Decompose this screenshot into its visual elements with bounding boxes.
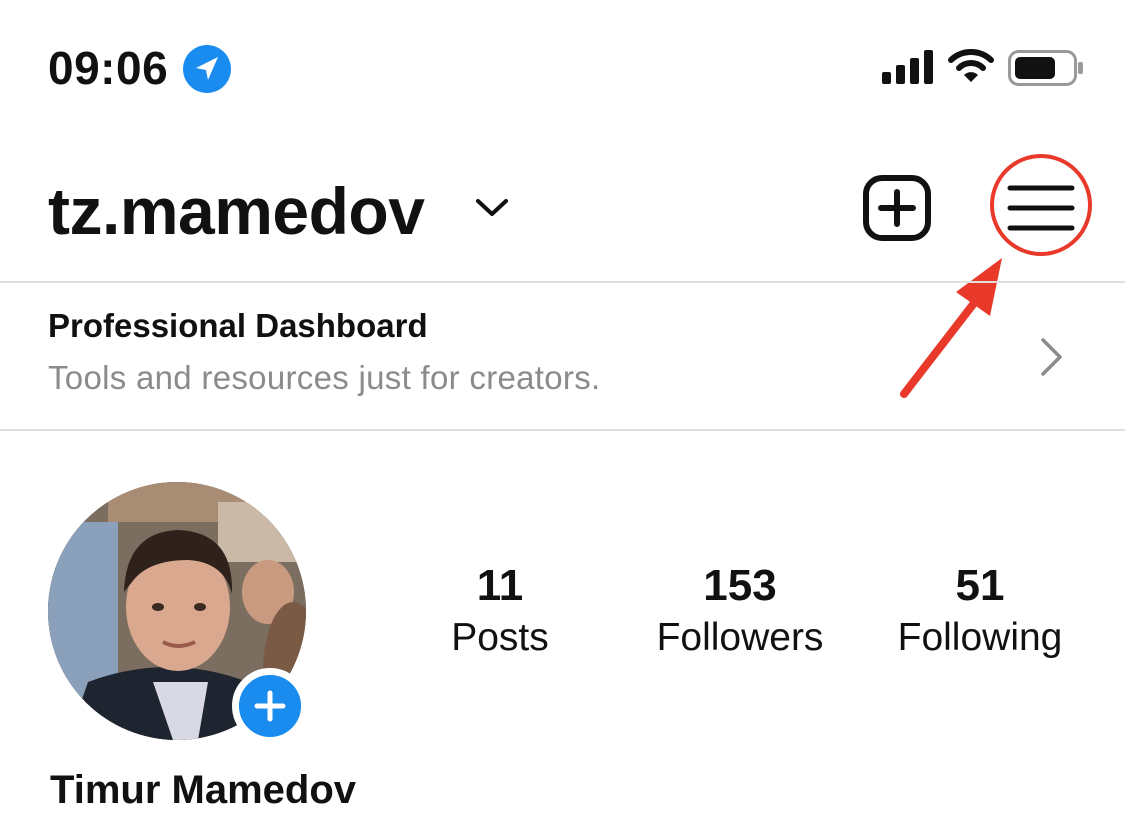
following-count: 51 xyxy=(955,561,1005,610)
location-arrow-icon xyxy=(183,45,231,93)
wifi-icon xyxy=(948,49,994,82)
followers-label: Followers xyxy=(656,616,824,659)
professional-dashboard-row[interactable]: Professional Dashboard Tools and resourc… xyxy=(0,283,1125,429)
add-story-button[interactable] xyxy=(232,668,308,744)
posts-label: Posts xyxy=(451,616,549,659)
username-switcher[interactable]: tz.mamedov xyxy=(48,172,425,250)
hamburger-menu-icon[interactable] xyxy=(1002,178,1080,238)
chevron-right-icon xyxy=(1041,338,1062,376)
followers-count: 153 xyxy=(703,561,777,610)
add-post-icon[interactable] xyxy=(862,174,932,242)
following-stat[interactable]: 51 Following xyxy=(880,560,1080,664)
instagram-profile-screen: 09:06 tz.mamedov Professional Dashboard … xyxy=(0,0,1125,822)
posts-count: 11 xyxy=(476,561,524,610)
cellular-signal-icon xyxy=(882,50,933,84)
battery-icon xyxy=(1008,50,1083,86)
chevron-down-icon[interactable] xyxy=(474,193,510,221)
following-label: Following xyxy=(897,616,1063,659)
status-time: 09:06 xyxy=(48,42,169,94)
dashboard-subtitle: Tools and resources just for creators. xyxy=(48,359,601,396)
dashboard-divider xyxy=(0,429,1125,431)
posts-stat[interactable]: 11 Posts xyxy=(400,560,600,664)
dashboard-title: Professional Dashboard xyxy=(48,307,428,344)
followers-stat[interactable]: 153 Followers xyxy=(640,560,840,664)
profile-full-name: Timur Mamedov xyxy=(50,768,356,812)
